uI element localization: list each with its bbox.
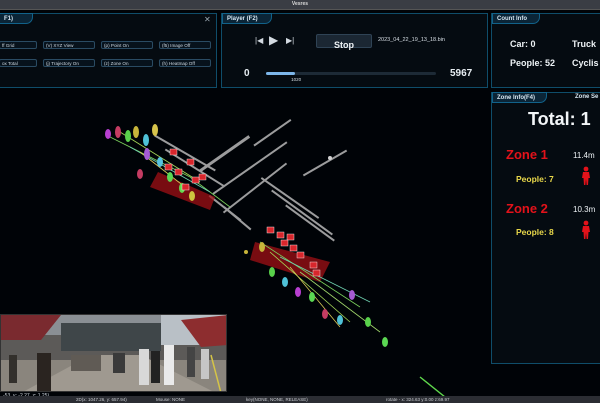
player-tab[interactable]: Player (F2) bbox=[222, 13, 272, 24]
screen-coords: 2D(x: 1047.26, y: 657.94) bbox=[76, 397, 127, 402]
point-cloud bbox=[154, 118, 348, 242]
street-scene bbox=[1, 315, 226, 391]
zone-toggle[interactable]: (z) Zone On bbox=[101, 59, 153, 67]
mouse-status: Mouse: NONE bbox=[156, 397, 186, 402]
zone-total: Total: 1 bbox=[528, 109, 591, 129]
zone-settings-tab[interactable]: Zone Se bbox=[575, 94, 598, 100]
grid-toggle[interactable]: ff Grid bbox=[0, 41, 37, 49]
stop-label: Stop bbox=[334, 40, 354, 50]
car-count: Car: 0 bbox=[510, 39, 536, 49]
trajectory-toggle[interactable]: (j) Trajectory On bbox=[43, 59, 95, 67]
people-count: People: 52 bbox=[510, 58, 556, 68]
timeline-progress bbox=[266, 72, 296, 75]
status-bar: 2D(x: 1047.26, y: 657.94) Mouse: NONE ke… bbox=[0, 396, 600, 403]
zone-2-area-value: 10.3m bbox=[573, 205, 596, 214]
zone-1-people: People: 7 bbox=[516, 174, 554, 184]
person-icon bbox=[582, 220, 590, 239]
key-status: key(NONE, NONE, RELEASE) bbox=[246, 397, 308, 402]
app-window: Vesres F1) ✕ ff Grid (V) XYZ View (p) Po… bbox=[0, 0, 600, 403]
title-bar: Vesres bbox=[0, 0, 600, 10]
close-icon[interactable]: ✕ bbox=[204, 15, 211, 24]
file-name: 2023_04_22_19_13_18.bin bbox=[378, 37, 445, 43]
cyclist-count: Cyclis bbox=[572, 58, 599, 68]
skip-back-icon[interactable]: |◀ bbox=[255, 36, 263, 45]
box-total-toggle[interactable]: ox Total bbox=[0, 59, 37, 67]
player-panel: Player (F2) |◀ ▶ ▶| Stop 2023_04_22_19_1… bbox=[221, 13, 488, 88]
rotate-status: rotate - x: 324.63 y:0.00 z:69.97 bbox=[386, 397, 450, 402]
zone-2-people: People: 8 bbox=[516, 227, 554, 237]
range-start: 0 bbox=[244, 68, 250, 79]
skip-forward-icon[interactable]: ▶| bbox=[286, 36, 294, 45]
view-options-panel: F1) ✕ ff Grid (V) XYZ View (p) Point On … bbox=[0, 13, 217, 88]
timeline-current: 1020 bbox=[291, 77, 302, 82]
count-info-panel: Count Info Car: 0 Truck People: 52 Cycli… bbox=[491, 13, 600, 88]
xyz-view-toggle[interactable]: (V) XYZ View bbox=[43, 41, 95, 49]
zone-2-title: Zone 2 bbox=[506, 201, 548, 216]
heatmap-toggle[interactable]: (h) Heatmap Off bbox=[159, 59, 211, 67]
stop-button[interactable]: Stop bbox=[316, 34, 372, 50]
zone-info-tab[interactable]: Zone Info(F4) bbox=[492, 92, 547, 103]
play-icon[interactable]: ▶ bbox=[269, 33, 278, 47]
range-end: 5967 bbox=[450, 68, 473, 79]
window-title: Vesres bbox=[291, 1, 309, 7]
image-toggle[interactable]: (f5) Image Off bbox=[159, 41, 211, 49]
count-info-tab[interactable]: Count Info bbox=[492, 13, 540, 24]
zone-1-title: Zone 1 bbox=[506, 147, 548, 162]
point-toggle[interactable]: (p) Point On bbox=[101, 41, 153, 49]
timeline-track[interactable] bbox=[266, 72, 436, 75]
view-options-tab[interactable]: F1) bbox=[0, 13, 33, 24]
zone-1-area-value: 11.4m bbox=[573, 151, 595, 160]
truck-count: Truck bbox=[572, 39, 597, 49]
zone-info-panel: Zone Info(F4) Zone Se Total: 1 Zone 1 11… bbox=[491, 92, 600, 364]
person-icon bbox=[582, 166, 590, 185]
camera-feed bbox=[0, 314, 227, 392]
